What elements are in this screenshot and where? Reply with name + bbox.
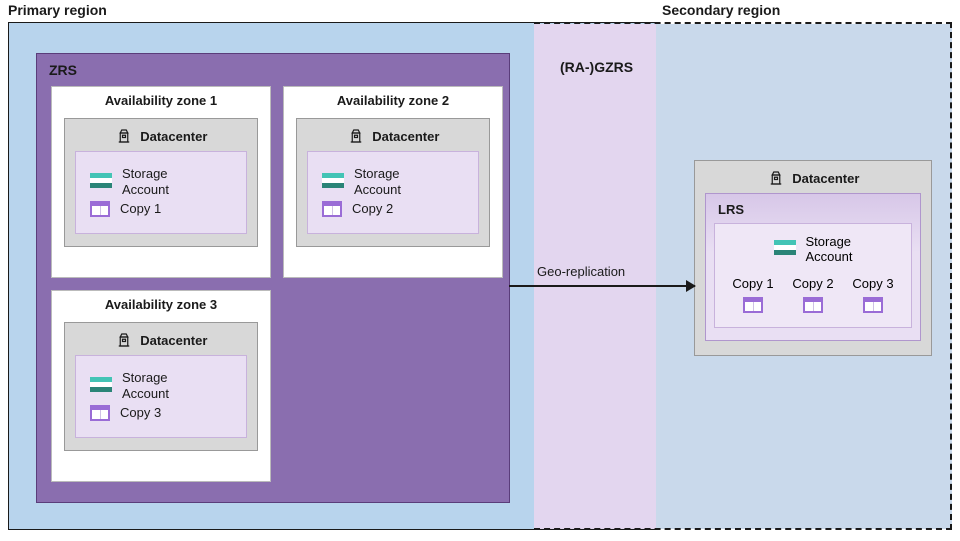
az2-datacenter-header: Datacenter: [307, 127, 479, 145]
availability-zone-2: Availability zone 2 Datacenter Storage A…: [283, 86, 503, 278]
secondary-region-label: Secondary region: [662, 2, 780, 18]
az1-datacenter-header: Datacenter: [75, 127, 247, 145]
storage-account-icon: [90, 377, 112, 395]
copy-icon: [863, 297, 883, 313]
secondary-copy-3: Copy 3: [852, 276, 893, 313]
storage-account-icon: [90, 173, 112, 191]
primary-region-label: Primary region: [8, 2, 107, 18]
az2-datacenter: Datacenter Storage Account Copy 2: [296, 118, 490, 247]
lrs-label: LRS: [718, 202, 912, 217]
az2-copy: Copy 2: [322, 201, 464, 217]
az2-title: Availability zone 2: [284, 93, 502, 108]
secondary-copy-1: Copy 1: [732, 276, 773, 313]
az1-datacenter: Datacenter Storage Account Copy 1: [64, 118, 258, 247]
az2-storage-panel: Storage Account Copy 2: [307, 151, 479, 234]
datacenter-icon: [347, 127, 365, 145]
datacenter-icon: [115, 127, 133, 145]
storage-account-icon: [774, 240, 796, 258]
copy-icon: [743, 297, 763, 313]
az1-storage-account: Storage Account: [90, 166, 232, 197]
copy-icon: [322, 201, 342, 217]
zrs-label: ZRS: [49, 62, 77, 78]
copy-icon: [90, 201, 110, 217]
az3-title: Availability zone 3: [52, 297, 270, 312]
datacenter-icon: [767, 169, 785, 187]
az1-storage-panel: Storage Account Copy 1: [75, 151, 247, 234]
secondary-copies-row: Copy 1 Copy 2 Copy 3: [723, 276, 903, 313]
geo-replication-arrow: [509, 285, 695, 287]
secondary-storage-account: Storage Account: [723, 234, 903, 264]
datacenter-icon: [115, 331, 133, 349]
secondary-datacenter: Datacenter LRS Storage Account Copy 1 Co…: [694, 160, 932, 356]
copy-icon: [90, 405, 110, 421]
az3-storage-account: Storage Account: [90, 370, 232, 401]
az2-storage-account: Storage Account: [322, 166, 464, 197]
copy-icon: [803, 297, 823, 313]
secondary-datacenter-header: Datacenter: [705, 169, 921, 187]
az3-storage-panel: Storage Account Copy 3: [75, 355, 247, 438]
az3-datacenter: Datacenter Storage Account Copy 3: [64, 322, 258, 451]
ra-gzrs-label: (RA-)GZRS: [560, 59, 633, 75]
az3-copy: Copy 3: [90, 405, 232, 421]
geo-replication-label: Geo-replication: [537, 264, 625, 279]
lrs-panel: LRS Storage Account Copy 1 Copy 2 Copy 3: [705, 193, 921, 341]
availability-zone-1: Availability zone 1 Datacenter Storage A…: [51, 86, 271, 278]
storage-account-icon: [322, 173, 344, 191]
lrs-inner: Storage Account Copy 1 Copy 2 Copy 3: [714, 223, 912, 328]
availability-zone-3: Availability zone 3 Datacenter Storage A…: [51, 290, 271, 482]
zrs-panel: ZRS Availability zone 1 Datacenter Stora…: [36, 53, 510, 503]
az3-datacenter-header: Datacenter: [75, 331, 247, 349]
az1-copy: Copy 1: [90, 201, 232, 217]
secondary-copy-2: Copy 2: [792, 276, 833, 313]
az1-title: Availability zone 1: [52, 93, 270, 108]
